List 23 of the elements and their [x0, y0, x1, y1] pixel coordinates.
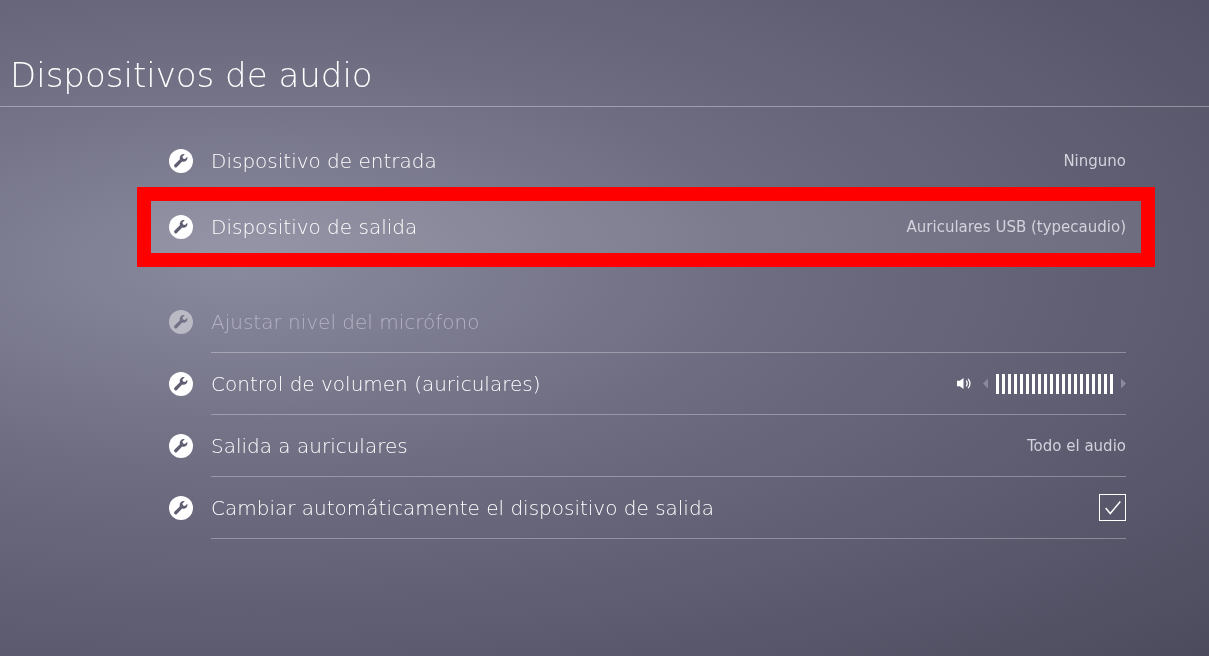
volume-meter[interactable]	[996, 373, 1113, 394]
wrench-icon	[169, 434, 193, 458]
row-label: Cambiar automáticamente el dispositivo de salida	[211, 495, 714, 520]
wrench-icon	[169, 215, 193, 239]
row-value: Ninguno	[1063, 152, 1126, 170]
row-label: Salida a auriculares	[211, 433, 408, 458]
settings-row[interactable]: Control de volumen (auriculares)	[151, 353, 1141, 415]
row-value: Auriculares USB (typecaudio)	[906, 218, 1126, 236]
wrench-icon	[169, 310, 193, 334]
row-label: Dispositivo de entrada	[211, 149, 437, 173]
row-label: Dispositivo de salida	[211, 215, 418, 239]
wrench-icon	[169, 372, 193, 396]
wrench-icon	[169, 496, 193, 520]
wrench-icon	[169, 149, 193, 173]
settings-row[interactable]: Dispositivo de entrada Ninguno	[151, 135, 1141, 187]
checkbox[interactable]	[1099, 494, 1126, 521]
row-value: Todo el audio	[1027, 436, 1126, 455]
settings-row[interactable]: Cambiar automáticamente el dispositivo de salida	[151, 477, 1141, 539]
settings-row[interactable]: Salida a auriculares Todo el audio	[151, 415, 1141, 477]
page-title: Dispositivos de audio	[9, 54, 374, 97]
speaker-icon	[956, 377, 971, 390]
settings-row[interactable]: Dispositivo de salida Auriculares USB (typecaudio)	[151, 201, 1141, 253]
row-label: Control de volumen (auriculares)	[211, 371, 541, 396]
